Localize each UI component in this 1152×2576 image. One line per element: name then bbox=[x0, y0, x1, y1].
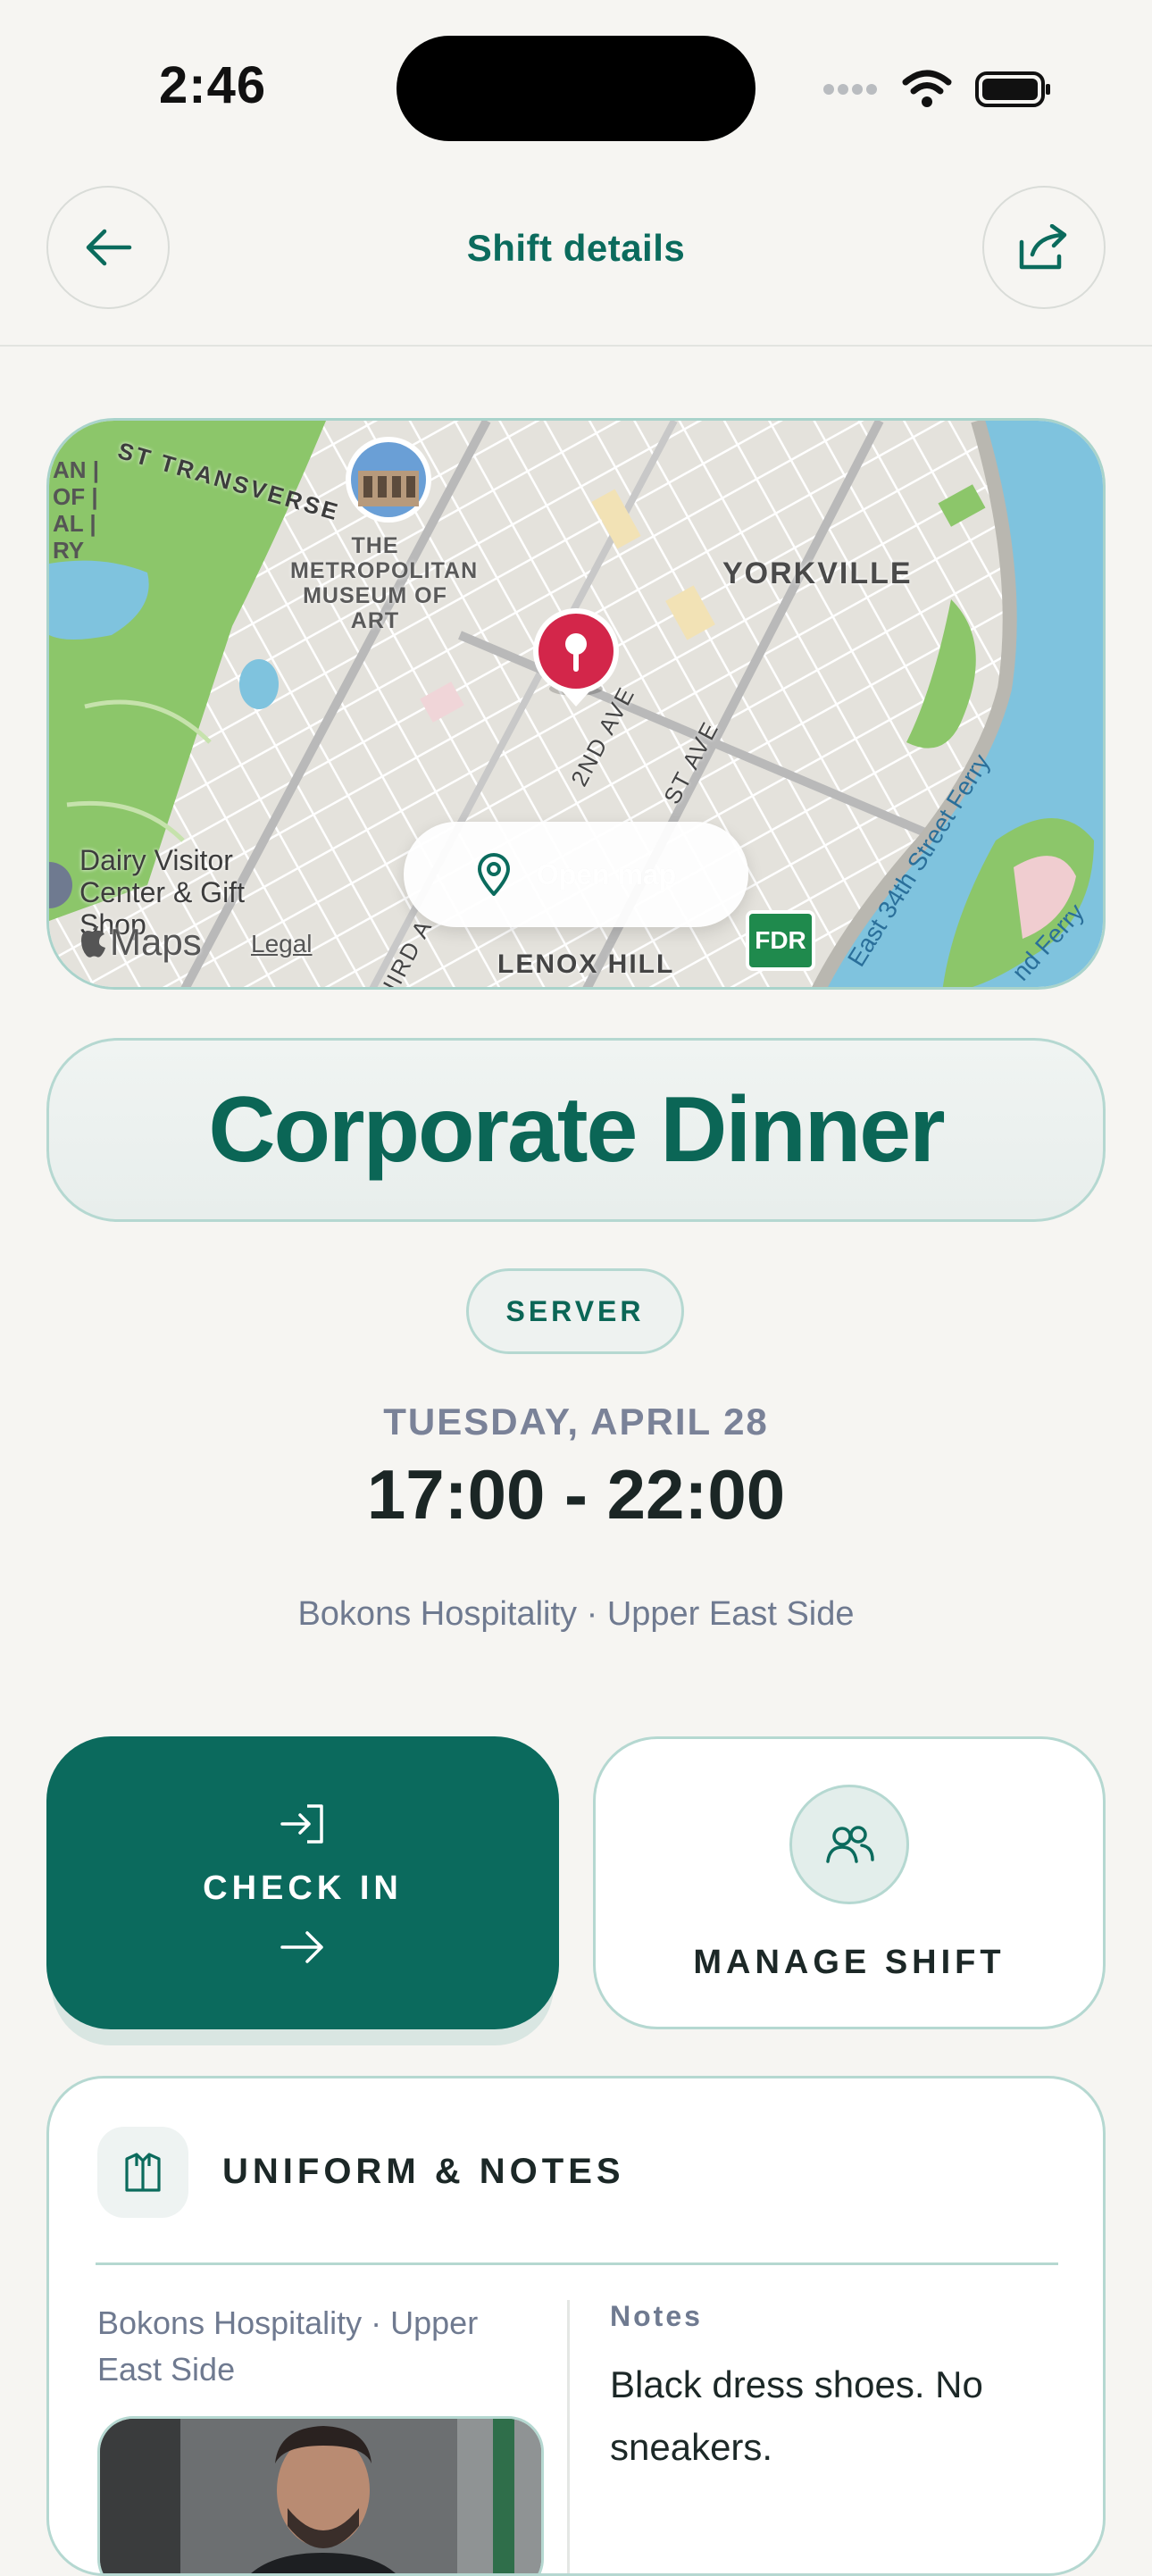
open-map-label: Open map bbox=[536, 857, 677, 891]
map-label-fdr: FDR bbox=[755, 926, 806, 954]
uniform-venue: Bokons Hospitality · Upper East Side bbox=[97, 2304, 479, 2388]
map-label-met: THE METROPOLITAN MUSEUM OF ART bbox=[290, 533, 479, 633]
apple-logo-icon bbox=[81, 926, 105, 958]
check-in-label: CHECK IN bbox=[203, 1869, 403, 1907]
open-map-button[interactable]: Open map bbox=[404, 822, 748, 927]
arrow-right-icon bbox=[280, 1930, 323, 1963]
manage-shift-label: MANAGE SHIFT bbox=[693, 1943, 1006, 1981]
dynamic-island bbox=[397, 36, 755, 141]
map-label-edge: AN | OF | AL | RY bbox=[53, 456, 100, 564]
uniform-divider bbox=[96, 2262, 1058, 2265]
uniform-notes-title: UNIFORM & NOTES bbox=[222, 2152, 625, 2191]
shift-date: TUESDAY, APRIL 28 bbox=[383, 1401, 769, 1443]
shirt-icon bbox=[125, 2153, 161, 2192]
map-label-lenox: LENOX HILL bbox=[497, 949, 675, 979]
location-pin-icon bbox=[477, 853, 510, 896]
share-icon bbox=[1019, 224, 1067, 270]
manage-shift-button[interactable]: MANAGE SHIFT bbox=[593, 1736, 1106, 2029]
share-button[interactable] bbox=[982, 186, 1106, 309]
people-icon bbox=[826, 1825, 874, 1863]
notes-heading: Notes bbox=[610, 2300, 703, 2332]
status-icons bbox=[822, 64, 1052, 114]
header-divider bbox=[0, 345, 1152, 347]
shift-title: Corporate Dinner bbox=[208, 1077, 945, 1182]
shift-title-card: Corporate Dinner bbox=[46, 1038, 1106, 1222]
role-badge: SERVER bbox=[466, 1268, 684, 1354]
signal-icon bbox=[823, 84, 877, 95]
apple-maps-brand: Maps bbox=[79, 921, 202, 964]
uniform-column-divider bbox=[567, 2300, 570, 2573]
legal-link[interactable]: Legal bbox=[251, 930, 313, 958]
map-label-yorkville: YORKVILLE bbox=[722, 556, 913, 590]
status-time: 2:46 bbox=[159, 56, 267, 114]
manage-icon-circle bbox=[789, 1784, 909, 1904]
shift-venue: Bokons Hospitality · Upper East Side bbox=[297, 1595, 855, 1633]
battery-icon bbox=[975, 71, 1050, 107]
check-in-button[interactable]: CHECK IN bbox=[46, 1736, 559, 2029]
uniform-photo-image bbox=[100, 2419, 541, 2573]
wifi-icon bbox=[902, 70, 952, 107]
notes-text: Black dress shoes. No sneakers. bbox=[610, 2363, 983, 2468]
uniform-photo bbox=[97, 2416, 544, 2573]
check-in-icon bbox=[280, 1803, 323, 1844]
maps-label: Maps bbox=[110, 921, 202, 963]
page-title: Shift details bbox=[466, 227, 686, 269]
uniform-notes-card: UNIFORM & NOTES Bokons Hospitality · Upp… bbox=[46, 2076, 1106, 2576]
uniform-icon-box bbox=[97, 2127, 188, 2218]
shift-hours: 17:00 - 22:00 bbox=[366, 1455, 786, 1534]
